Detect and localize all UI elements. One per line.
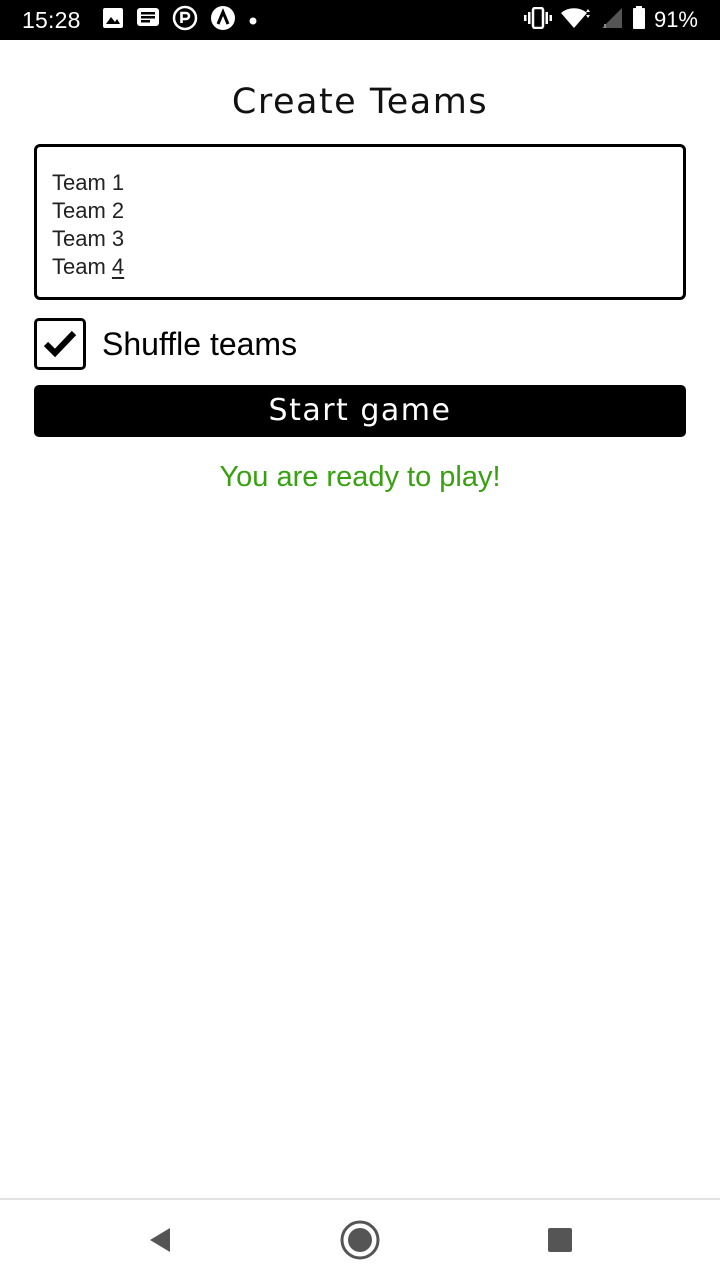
status-bar: 15:28 91% (0, 0, 720, 40)
wifi-icon (560, 6, 592, 34)
team-line: Team 1 (52, 170, 125, 195)
home-button[interactable] (336, 1216, 384, 1264)
vibrate-icon (523, 6, 552, 33)
app-screen: 15:28 91% Create Teams Team 1 Team 2 Tea… (0, 0, 720, 1280)
back-icon (150, 1228, 170, 1252)
r-circle-icon (172, 5, 198, 35)
team-line: Team 3 (52, 226, 125, 251)
status-time: 15:28 (22, 7, 81, 33)
a-circle-icon (210, 5, 236, 35)
shuffle-label[interactable]: Shuffle teams (102, 324, 297, 364)
teams-list: Team 1 Team 2 Team 3 Team 4 (52, 169, 124, 281)
page-title: Create Teams (231, 82, 489, 122)
team-line: Team 4 (52, 254, 125, 279)
system-icons: 91% (523, 6, 698, 34)
status-message: You are ready to play! (219, 461, 501, 493)
recents-button[interactable] (536, 1216, 584, 1264)
checkmark-icon (43, 330, 77, 358)
team-line: Team 2 (52, 198, 125, 223)
back-button[interactable] (136, 1216, 184, 1264)
recents-icon (548, 1228, 572, 1252)
start-game-button[interactable]: Start game (34, 385, 686, 437)
battery-percentage: 91% (653, 7, 698, 32)
home-icon (340, 1220, 380, 1260)
signal-icon (600, 7, 624, 33)
battery-icon (632, 6, 646, 34)
message-icon (136, 7, 160, 33)
navigation-bar (0, 1200, 720, 1280)
image-icon (102, 7, 124, 33)
notification-icons (102, 5, 258, 35)
shuffle-checkbox[interactable] (34, 318, 86, 370)
teams-textarea[interactable]: Team 1 Team 2 Team 3 Team 4 (34, 144, 686, 300)
dot-icon (248, 11, 258, 30)
